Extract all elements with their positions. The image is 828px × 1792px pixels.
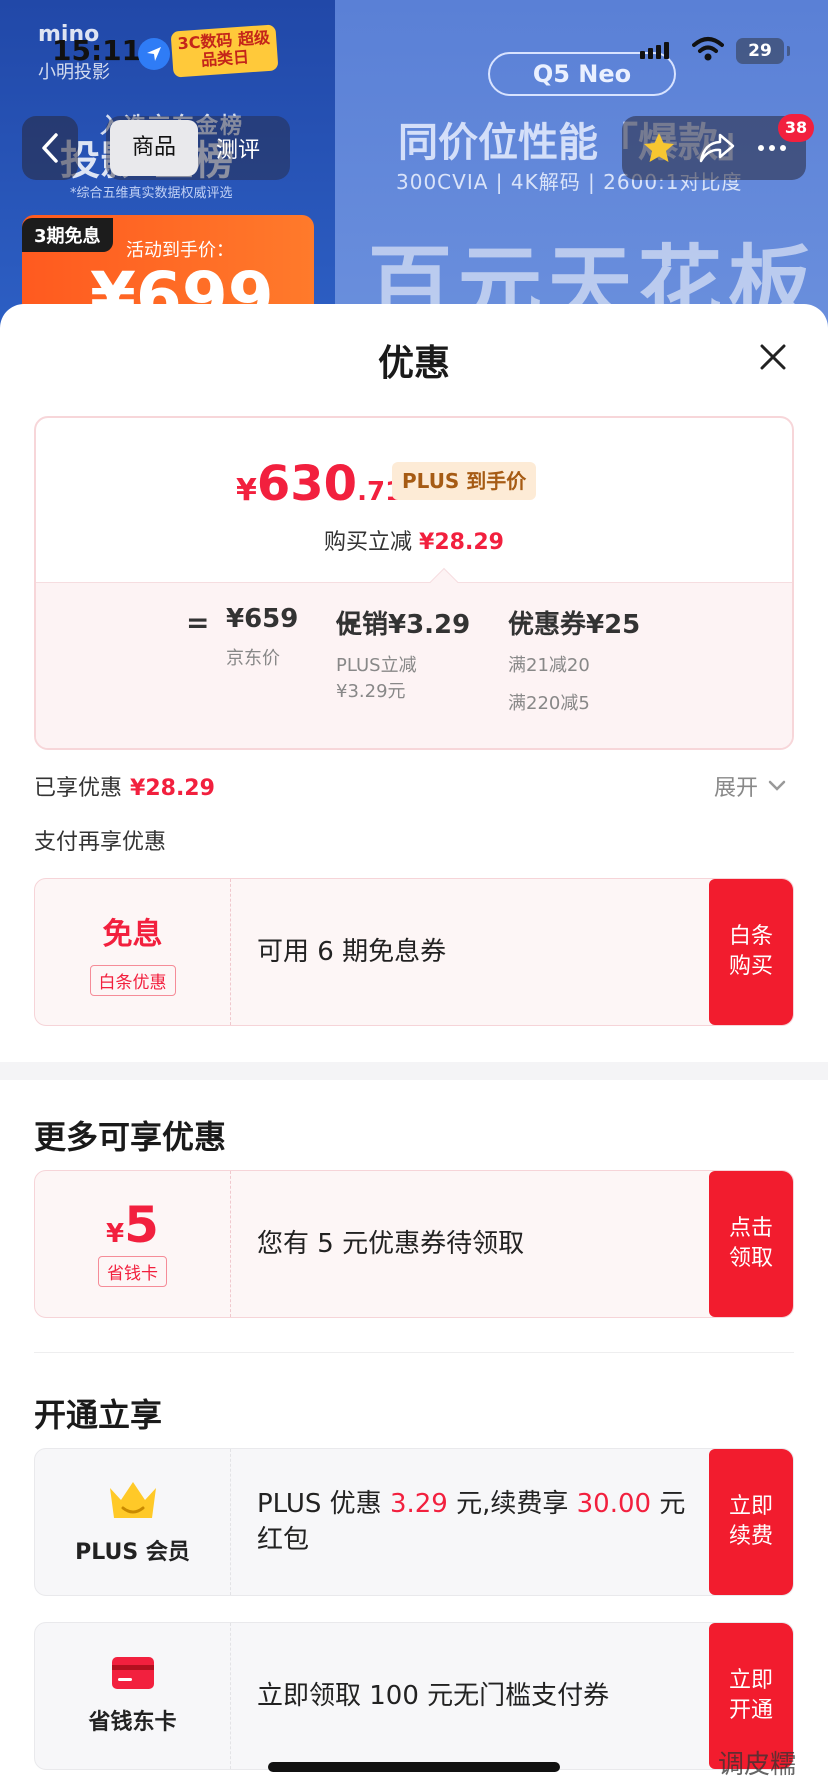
back-button[interactable] [22, 116, 78, 180]
message-count-badge: 38 [778, 114, 814, 142]
plus-text: PLUS 优惠 3.29 元,续费享 30.00 元红包 [257, 1449, 705, 1595]
expand-button[interactable]: 展开 [714, 770, 786, 802]
jd-price-col: ¥659 京东价 [226, 604, 298, 672]
baitiao-buy-label: 白条 购买 [728, 924, 773, 979]
jd-card-offer: 省钱东卡 立即领取 100 元无门槛支付券 立即 开通 [34, 1622, 794, 1770]
promo-value: 促销¥3.29 [336, 604, 470, 641]
card-icon [111, 1657, 154, 1689]
close-button[interactable] [756, 340, 790, 374]
sheet-title: 优惠 [377, 343, 450, 384]
share-icon[interactable] [698, 131, 736, 165]
tab-review[interactable]: 测评 [216, 132, 260, 164]
coupon-value: 优惠券¥25 [508, 610, 641, 640]
tab-product[interactable]: 商品 [110, 120, 198, 176]
rank-small-text: *综合五维真实数据权威评选 [70, 186, 233, 201]
instant-discount-value: ¥28.29 [419, 530, 504, 555]
promo-sub: PLUS立减 ¥3.29元 [336, 653, 470, 705]
open-card-label: 立即 开通 [728, 1668, 773, 1723]
enjoyed-value: ¥28.29 [130, 776, 215, 801]
plus-discount-value: 3.29 [389, 1489, 448, 1519]
screen: mino 小明投影 3C数码 超级品类日 入选京东金榜 投影 金榜 *综合五维真… [0, 0, 828, 1792]
chevron-down-icon [768, 780, 786, 791]
saving-card-text: 您有 5 元优惠券待领取 [257, 1229, 525, 1259]
plus-text-a: PLUS 优惠 [257, 1489, 390, 1519]
plus-description: PLUS 优惠 3.29 元,续费享 30.00 元红包 [257, 1486, 705, 1558]
saving-card-currency: ¥ [106, 1218, 125, 1249]
divider-line [34, 1352, 794, 1353]
instant-discount: 购买立减 ¥28.29 [36, 524, 792, 556]
jd-card-left: 省钱东卡 [35, 1623, 231, 1769]
interest-free-title: 免息 [102, 916, 163, 952]
jd-card-label: 省钱东卡 [88, 1710, 177, 1735]
watermark: 调皮糯 [718, 1750, 797, 1780]
section-divider [0, 1062, 828, 1080]
instant-discount-label: 购买立减 [324, 530, 413, 555]
equals-sign: = [186, 606, 210, 639]
plus-text-c: 元,续费享 [447, 1489, 577, 1519]
price-integer: 630 [256, 456, 358, 512]
location-icon [138, 38, 170, 70]
saving-card-tag: 省钱卡 [98, 1255, 167, 1287]
pay-more-label: 支付再享优惠 [34, 830, 167, 855]
chevron-left-icon [42, 133, 58, 163]
renew-label: 立即 续费 [728, 1494, 773, 1549]
wifi-icon [692, 36, 724, 66]
home-indicator[interactable] [268, 1762, 560, 1772]
discount-sheet: 优惠 ¥ 630 .71 PLUS 到手价 购买立减 ¥28.29 = ¥659… [0, 304, 828, 1792]
cellular-signal-icon [640, 42, 669, 59]
plus-left: PLUS 会员 [35, 1449, 231, 1595]
baitiao-coupon: 免息 白条优惠 可用 6 期免息券 白条 购买 [34, 878, 794, 1026]
close-icon [760, 344, 786, 370]
promo-amount: 促销¥3.29 [336, 610, 471, 640]
battery-icon: 29 [736, 38, 790, 64]
more-discounts-title: 更多可享优惠 [34, 1118, 227, 1156]
promo-sub-value: ¥3.29元 [336, 681, 406, 702]
jd-price: ¥659 [226, 604, 299, 634]
plus-price-tag: PLUS 到手价 [392, 462, 537, 500]
price-calculation: = ¥659 京东价 − 促销¥3.29 PLUS立减 ¥3.29元 − 优惠券… [36, 604, 792, 744]
expand-label: 展开 [714, 776, 759, 801]
saving-card-value: 5 [124, 1195, 159, 1254]
price-currency: ¥ [236, 473, 257, 508]
saving-card-amount: ¥ 5 [106, 1196, 159, 1254]
coupon-rule-1: 满21减20 [508, 655, 590, 676]
promo-col: 促销¥3.29 PLUS立减 ¥3.29元 [336, 604, 470, 705]
baitiao-left: 免息 白条优惠 [35, 879, 231, 1025]
saving-card-left: ¥ 5 省钱卡 [35, 1171, 231, 1317]
nav-tabs: 商品 测评 [106, 116, 290, 180]
open-benefits-title: 开通立享 [34, 1396, 163, 1434]
crown-icon [109, 1482, 156, 1518]
final-price: ¥ 630 .71 [236, 456, 403, 512]
star-icon[interactable] [641, 130, 677, 166]
baitiao-tag: 白条优惠 [89, 964, 176, 996]
more-icon[interactable] [757, 143, 787, 153]
enjoyed-discount: 已享优惠 ¥28.29 [34, 770, 215, 802]
renew-button[interactable]: 立即 续费 [709, 1449, 793, 1595]
plus-member-label: PLUS 会员 [75, 1540, 190, 1565]
price-card: ¥ 630 .71 PLUS 到手价 购买立减 ¥28.29 = ¥659 京东… [34, 416, 794, 750]
jd-card-text: 立即领取 100 元无门槛支付券 [257, 1681, 610, 1711]
plus-member-card: PLUS 会员 PLUS 优惠 3.29 元,续费享 30.00 元红包 立即 … [34, 1448, 794, 1596]
baitiao-text: 可用 6 期免息券 [257, 937, 447, 967]
plus-bonus-value: 30.00 [576, 1489, 652, 1519]
jd-price-label: 京东价 [226, 648, 280, 669]
promo-tag: 3C数码 超级品类日 [170, 24, 279, 78]
promo-sub-label: PLUS立减 [336, 655, 417, 676]
coupon-sub: 满21减20 满220减5 [508, 653, 640, 717]
claim-button[interactable]: 点击 领取 [709, 1171, 793, 1317]
status-time: 15:11 [52, 34, 142, 67]
coupon-rule-2: 满220减5 [508, 693, 590, 714]
baitiao-buy-button[interactable]: 白条 购买 [709, 879, 793, 1025]
installment-tag: 3期免息 [22, 218, 113, 252]
claim-label: 点击 领取 [728, 1216, 773, 1271]
coupon-col: 优惠券¥25 满21减20 满220减5 [508, 604, 640, 717]
saving-card-coupon: ¥ 5 省钱卡 您有 5 元优惠券待领取 点击 领取 [34, 1170, 794, 1318]
enjoyed-label: 已享优惠 [34, 776, 123, 801]
